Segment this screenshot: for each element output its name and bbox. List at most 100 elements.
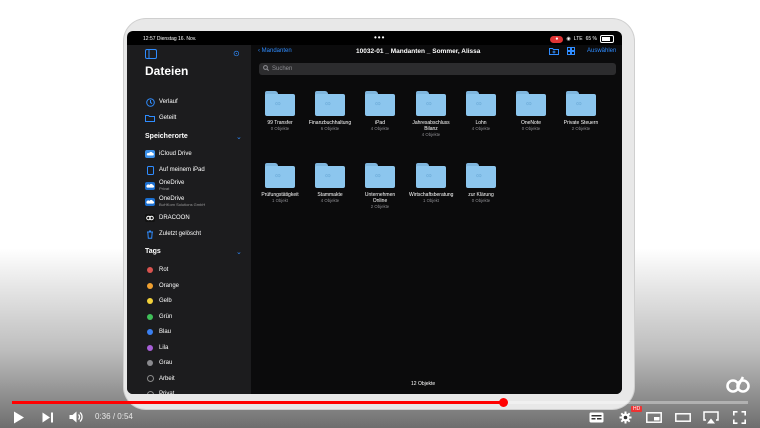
folder-item[interactable]: ∞ Lohn 4 Objekte <box>459 91 503 132</box>
channel-watermark-icon[interactable] <box>725 375 751 393</box>
folder-icon: ∞ <box>466 91 496 116</box>
sidebar-item-label: iCloud Drive <box>159 151 192 157</box>
folder-item[interactable]: ∞ Finanzbuchhaltung 6 Objekte <box>308 91 352 132</box>
tag-label: Lila <box>159 344 169 351</box>
tag-label: Grau <box>159 360 173 366</box>
sidebar-item-geteilt[interactable]: Geteilt <box>145 111 176 125</box>
sidebar-title: Dateien <box>145 64 189 78</box>
trash-icon <box>145 230 155 239</box>
settings-gear-icon[interactable] <box>619 411 632 424</box>
folder-item[interactable]: ∞ Stammakte 4 Objekte <box>308 163 352 204</box>
duration: 0:54 <box>117 412 133 421</box>
select-button[interactable]: Auswählen <box>587 48 616 54</box>
more-options-icon[interactable]: ⊙ <box>233 49 240 58</box>
folder-item[interactable]: ∞ iPad 4 Objekte <box>358 91 402 132</box>
back-button[interactable]: ‹ Mandanten <box>258 48 292 54</box>
video-progress-bar[interactable] <box>12 398 748 407</box>
folder-item[interactable]: ∞ 99 Transfer 0 Objekte <box>258 91 302 132</box>
folder-item[interactable]: ∞ Jahresabschluss Bilanz 4 Objekte <box>409 91 453 138</box>
link-icon: ∞ <box>476 99 482 108</box>
status-bar: 12:57 Dienstag 16. Nov. ••• ● ◉ LTE 65 % <box>127 31 622 45</box>
folder-icon: ∞ <box>416 163 446 188</box>
tag-item[interactable]: Grün <box>145 310 172 324</box>
new-folder-icon[interactable] <box>549 47 559 55</box>
subtitles-icon[interactable] <box>589 412 604 423</box>
tag-color-dot <box>147 282 153 289</box>
next-icon[interactable] <box>42 412 54 423</box>
folder-icon: ∞ <box>466 163 496 188</box>
sidebar-item-ipad[interactable]: Auf meinem iPad <box>145 163 205 177</box>
wifi-icon: ◉ <box>566 36 571 42</box>
sidebar-item-dracoon[interactable]: DRACOON <box>145 211 190 225</box>
play-icon[interactable] <box>13 411 25 424</box>
chevron-down-icon[interactable]: ⌄ <box>236 248 242 256</box>
folder-icon: ∞ <box>265 163 295 188</box>
folder-count: 4 Objekte <box>320 198 340 203</box>
tag-item[interactable]: Rot <box>145 263 168 277</box>
sidebar-item-icloud[interactable]: iCloud Drive <box>145 147 192 161</box>
folder-count: 1 Objekt <box>422 198 439 203</box>
chevron-down-icon[interactable]: ⌄ <box>236 133 242 141</box>
page-title: 10032-01 _ Mandanten _ Sommer, Alissa <box>356 48 481 55</box>
link-icon: ∞ <box>325 99 331 108</box>
sidebar-item-trash[interactable]: Zuletzt gelöscht <box>145 227 201 241</box>
fullscreen-icon[interactable] <box>733 411 746 424</box>
miniplayer-icon[interactable] <box>646 412 662 423</box>
search-input[interactable]: Suchen <box>259 63 616 75</box>
back-label: Mandanten <box>261 48 292 54</box>
onedrive-icon <box>145 182 155 190</box>
folder-name: Unternehmen Online <box>364 192 396 204</box>
signal-label: LTE <box>573 36 583 42</box>
time-display: 0:36 / 0:54 <box>95 412 133 421</box>
section-tags: Tags <box>145 248 161 255</box>
tag-item[interactable]: Blau <box>145 325 171 339</box>
tag-item[interactable]: Arbeit <box>145 372 175 386</box>
multitasking-dots-icon[interactable]: ••• <box>374 34 385 42</box>
tag-empty-circle <box>146 390 154 394</box>
link-icon: ∞ <box>426 99 432 108</box>
status-date: Dienstag 16. Nov. <box>156 36 197 42</box>
link-icon: ∞ <box>275 171 281 180</box>
sidebar-item-sublabel: Privat <box>159 186 170 191</box>
tag-label: Privat <box>159 391 175 394</box>
grid-view-icon[interactable] <box>567 47 575 55</box>
folder-item[interactable]: ∞ Private Steuern 2 Objekte <box>559 91 603 132</box>
link-icon: ∞ <box>476 171 482 180</box>
folder-icon: ∞ <box>365 91 395 116</box>
sidebar-toggle-icon[interactable] <box>145 49 157 59</box>
item-count: 12 Objekte <box>411 381 436 387</box>
tag-item[interactable]: Orange <box>145 279 179 293</box>
current-time: 0:36 <box>95 412 111 421</box>
sidebar-item-label: Verlauf <box>159 99 178 105</box>
tag-empty-circle <box>146 375 154 382</box>
sidebar-item-onedrive-business[interactable]: OneDrive BuHKom Solutions GmbH <box>145 195 205 209</box>
folder-item[interactable]: ∞ Wirtschaftsberatung 1 Objekt <box>409 163 453 204</box>
tag-item[interactable]: Privat <box>145 387 174 394</box>
airplay-icon[interactable] <box>703 411 719 424</box>
sidebar-item-sublabel: BuHKom Solutions GmbH <box>159 202 206 207</box>
tag-item[interactable]: Lila <box>145 341 168 355</box>
folder-item[interactable]: ∞ Prüfungstätigkeit 1 Objekt <box>258 163 302 204</box>
search-icon <box>263 65 269 73</box>
folder-item[interactable]: ∞ Unternehmen Online 2 Objekte <box>358 163 402 210</box>
folder-count: 2 Objekte <box>571 126 591 131</box>
dracoon-icon <box>145 214 155 222</box>
theater-mode-icon[interactable] <box>675 412 691 423</box>
folder-item[interactable]: ∞ OneNote 0 Objekte <box>509 91 553 132</box>
link-icon: ∞ <box>375 171 381 180</box>
folder-count: 0 Objekte <box>521 126 541 131</box>
tag-label: Grün <box>159 313 173 320</box>
icloud-icon <box>145 150 155 158</box>
section-speicherorte: Speicherorte <box>145 133 188 140</box>
tag-item[interactable]: Gelb <box>145 294 172 308</box>
folder-item[interactable]: ∞ zur Klärung 0 Objekte <box>459 163 503 204</box>
volume-icon[interactable] <box>69 411 83 423</box>
tag-item[interactable]: Grau <box>145 356 172 370</box>
progress-scrubber[interactable] <box>498 398 508 407</box>
battery-label: 65 % <box>585 36 597 42</box>
sidebar-item-verlauf[interactable]: Verlauf <box>145 95 178 109</box>
folder-count: 2 Objekte <box>370 204 390 209</box>
link-icon: ∞ <box>275 99 281 108</box>
battery-icon <box>600 35 614 43</box>
sidebar-item-onedrive-privat[interactable]: OneDrive Privat <box>145 179 184 193</box>
